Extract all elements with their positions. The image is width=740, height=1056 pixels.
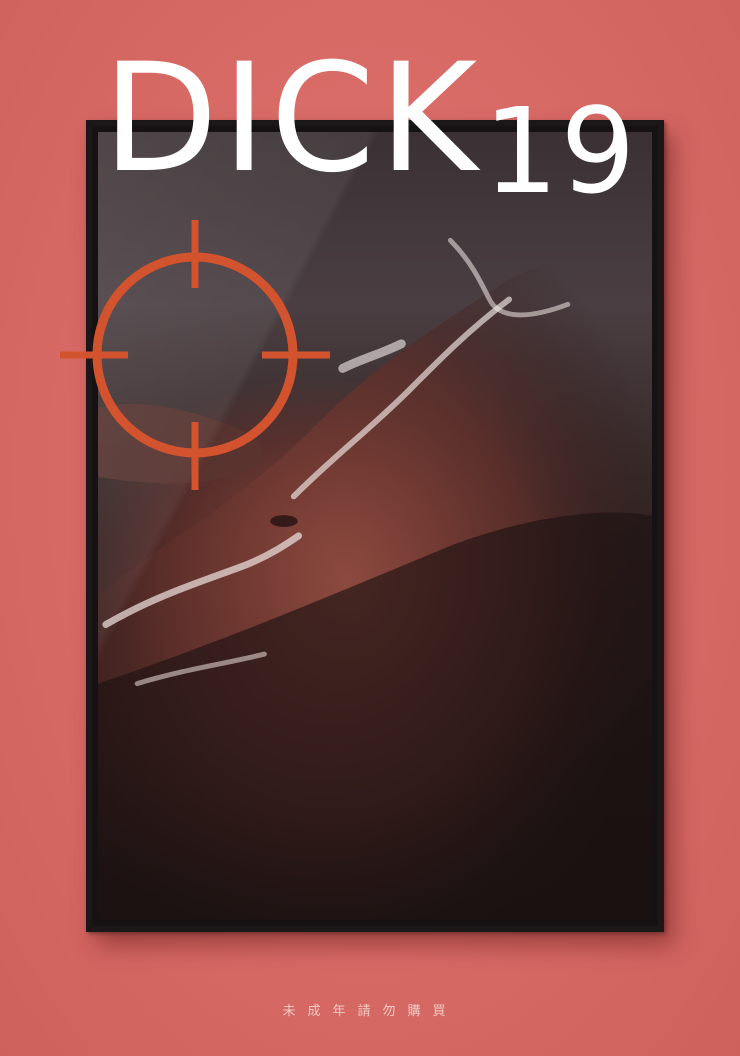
poster-title: DICK19 [0,44,740,210]
navel [270,515,298,527]
title-number: 19 [483,82,638,220]
crosshair-target-icon [60,220,330,490]
age-warning-text: 未成年請勿購買 [282,1004,458,1019]
title-main: DICK [102,32,482,206]
poster-background: DICK19 未成年請勿購買 [0,0,740,1056]
